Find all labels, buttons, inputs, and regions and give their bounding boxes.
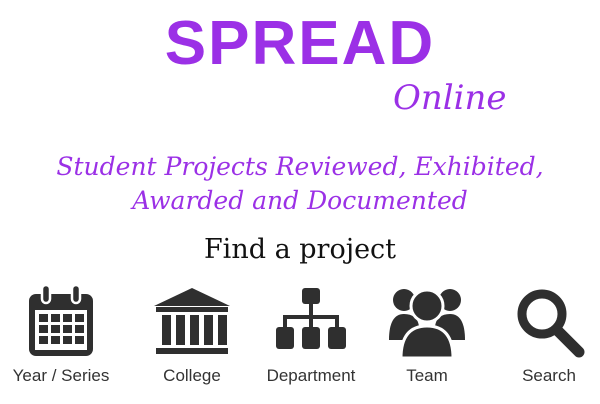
nav-item-search[interactable]: Search (494, 280, 600, 398)
tagline: Student Projects Reviewed, Exhibited, Aw… (0, 150, 600, 218)
team-icon (389, 288, 465, 360)
nav-label-year-series: Year / Series (12, 366, 110, 385)
org-chart-icon (276, 288, 346, 349)
tagline-line-1: Student Projects Reviewed, Exhibited, (56, 152, 544, 181)
nav-label-search: Search (522, 366, 576, 385)
nav-item-department[interactable]: Department (256, 280, 366, 398)
find-heading: Find a project (203, 234, 397, 265)
tagline-line-2: Awarded and Documented (132, 186, 468, 215)
browse-nav: Year / Series College Department Team Se… (0, 280, 600, 400)
brand-subtitle: Online (393, 78, 507, 118)
brand-title: SPREAD (164, 9, 436, 78)
search-icon (517, 289, 585, 358)
nav-label-college: College (163, 366, 221, 385)
calendar-icon (29, 283, 93, 356)
nav-label-team: Team (406, 366, 448, 385)
nav-item-college[interactable]: College (137, 280, 247, 398)
building-icon (154, 288, 230, 354)
nav-label-department: Department (266, 366, 356, 385)
nav-item-team[interactable]: Team (372, 280, 482, 398)
nav-item-year-series[interactable]: Year / Series (6, 280, 116, 398)
